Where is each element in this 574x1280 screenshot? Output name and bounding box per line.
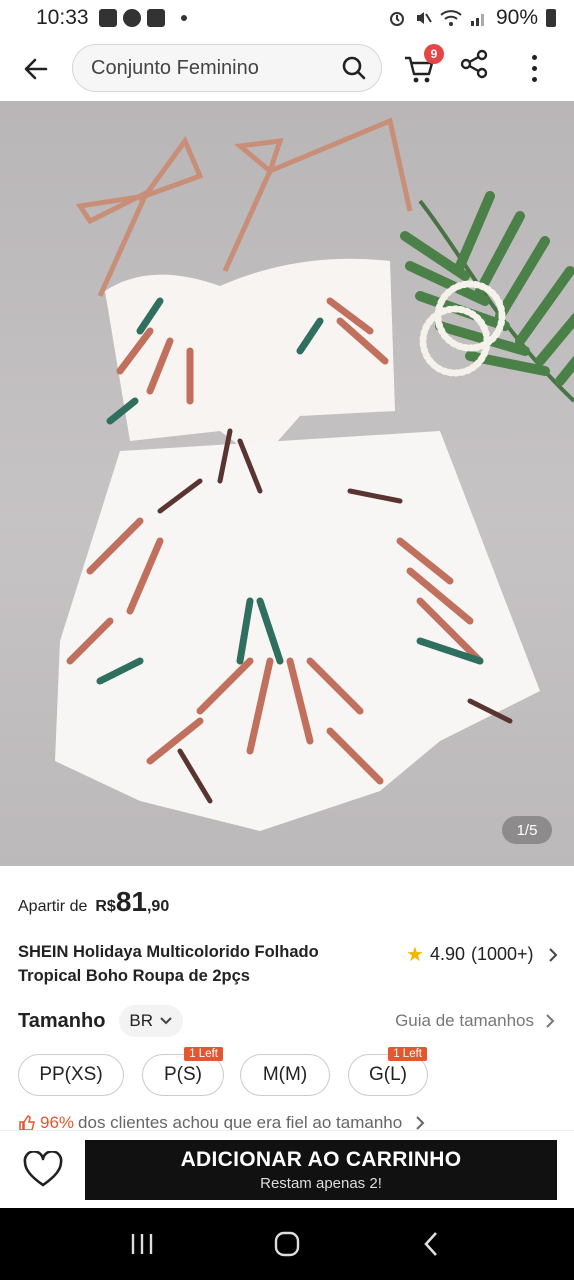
price-decimal: ,90 xyxy=(146,898,170,915)
chevron-right-icon xyxy=(546,1014,555,1028)
shorts xyxy=(55,431,540,831)
more-notifications-icon xyxy=(180,15,187,21)
size-guide-link[interactable]: Guia de tamanhos xyxy=(395,1011,556,1031)
back-nav-button[interactable] xyxy=(412,1224,452,1264)
size-option-label: M(M) xyxy=(262,1064,308,1085)
message-notification-icon xyxy=(122,9,141,27)
palm-leaf-decoration xyxy=(400,191,574,403)
back-button[interactable] xyxy=(16,49,56,89)
chevron-right-icon xyxy=(548,947,557,962)
check-notification-icon xyxy=(146,9,165,27)
mute-icon xyxy=(416,12,432,24)
size-guide-label: Guia de tamanhos xyxy=(395,1011,534,1030)
home-icon xyxy=(274,1231,300,1257)
more-options-button[interactable] xyxy=(520,48,548,88)
recent-apps-button[interactable] xyxy=(122,1224,162,1264)
chevron-left-icon xyxy=(423,1232,437,1256)
price-integer: 81 xyxy=(115,886,147,917)
crop-top xyxy=(105,258,395,461)
top-app-bar: Conjunto Feminino 9 xyxy=(0,40,574,98)
share-button[interactable] xyxy=(458,48,498,88)
recent-apps-icon xyxy=(132,1234,153,1254)
more-dot-icon xyxy=(531,76,537,82)
heart-icon xyxy=(23,1150,63,1187)
stock-tag: 1 Left xyxy=(388,1047,427,1061)
product-image-carousel[interactable]: 1/5 xyxy=(0,101,574,866)
wishlist-button[interactable] xyxy=(22,1150,64,1191)
rating-value: 4.90 xyxy=(429,944,465,964)
arrow-left-icon xyxy=(24,58,48,80)
size-header: Tamanho BR Guia de tamanhos xyxy=(18,1004,556,1038)
system-nav-bar xyxy=(0,1208,574,1280)
wifi-icon xyxy=(440,10,462,26)
search-query: Conjunto Feminino xyxy=(91,56,259,79)
more-dot-icon xyxy=(531,54,537,60)
gallery-notification-icon xyxy=(98,9,117,27)
size-option[interactable]: P(S) 1 Left xyxy=(142,1047,224,1096)
alarm-icon xyxy=(389,12,404,26)
size-option-label: G(L) xyxy=(369,1064,407,1085)
add-to-cart-button[interactable]: ADICIONAR AO CARRINHO Restam apenas 2! xyxy=(85,1140,557,1200)
price-prefix: Apartir de xyxy=(18,898,88,915)
status-bar: 10:33 90% xyxy=(0,0,574,36)
status-time: 10:33 xyxy=(36,6,89,29)
product-rating[interactable]: ★ 4.90 (1000+) xyxy=(406,942,560,967)
star-icon: ★ xyxy=(406,944,424,966)
cart-button[interactable]: 9 xyxy=(402,44,444,90)
signal-icon xyxy=(470,14,484,26)
image-page-indicator: 1/5 xyxy=(502,816,552,844)
battery-icon xyxy=(546,9,556,27)
product-photo xyxy=(55,117,574,831)
size-option[interactable]: G(L) 1 Left xyxy=(348,1047,428,1096)
stock-tag: 1 Left xyxy=(184,1047,223,1061)
size-options: PP(XS) P(S) 1 Left M(M) G(L) 1 Left xyxy=(18,1047,558,1098)
price: Apartir de R$ 81 ,90 xyxy=(18,886,169,918)
share-icon xyxy=(460,49,488,79)
search-bar[interactable]: Conjunto Feminino xyxy=(72,44,382,92)
rating-count: (1000+) xyxy=(470,944,534,964)
system-status: 90% xyxy=(388,6,556,30)
product-title: SHEIN Holidaya Multicolorido Folhado Tro… xyxy=(18,943,319,985)
size-option[interactable]: M(M) xyxy=(240,1054,330,1096)
cart-count-badge: 9 xyxy=(424,44,444,64)
stock-note: Restam apenas 2! xyxy=(260,1175,382,1192)
bottom-action-bar: ADICIONAR AO CARRINHO Restam apenas 2! xyxy=(0,1130,574,1208)
more-dot-icon xyxy=(531,65,537,71)
size-system-value: BR xyxy=(129,1011,154,1030)
size-label: Tamanho xyxy=(18,1009,106,1032)
search-icon[interactable] xyxy=(341,55,367,81)
size-option[interactable]: PP(XS) xyxy=(18,1054,124,1096)
notification-icons xyxy=(98,9,187,27)
chevron-right-icon xyxy=(416,1116,425,1130)
size-option-label: PP(XS) xyxy=(39,1064,103,1085)
size-option-label: P(S) xyxy=(164,1064,202,1085)
add-to-cart-label: ADICIONAR AO CARRINHO xyxy=(180,1148,462,1171)
home-button[interactable] xyxy=(267,1224,307,1264)
chevron-down-icon xyxy=(160,1017,172,1025)
battery-percent: 90% xyxy=(495,6,538,29)
size-system-selector[interactable]: BR xyxy=(119,1005,184,1037)
price-currency: R$ xyxy=(95,898,116,915)
